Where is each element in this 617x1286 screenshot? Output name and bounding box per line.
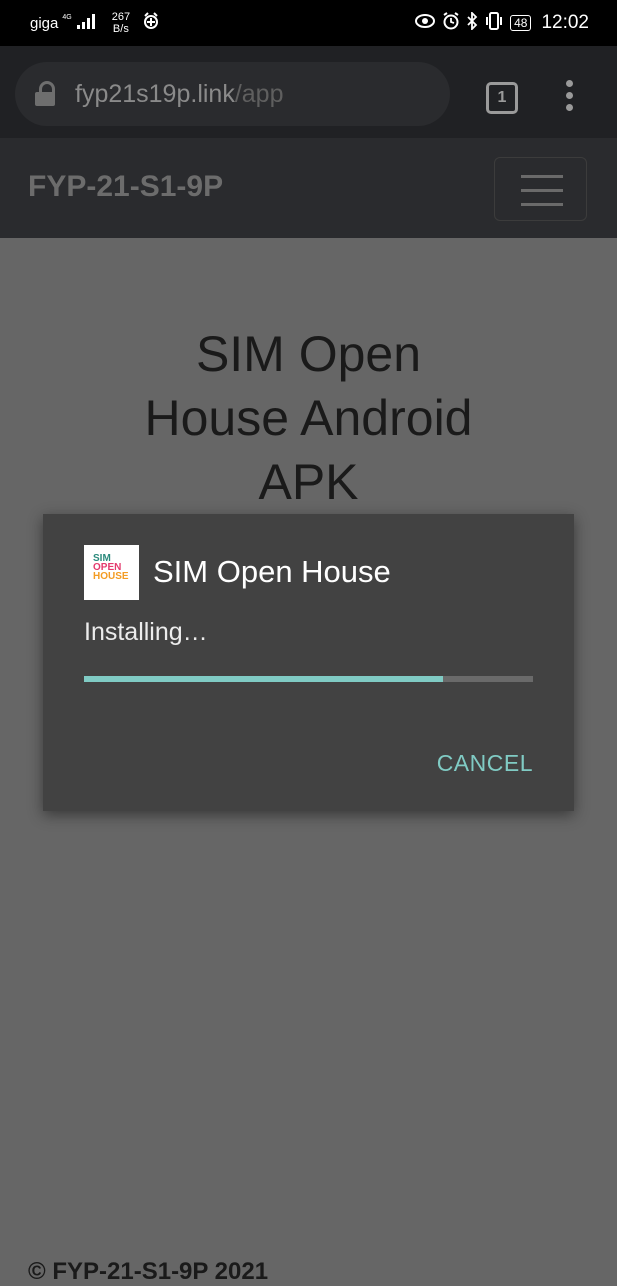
install-progress-bar	[84, 676, 533, 682]
page-footer: © FYP-21-S1-9P 2021	[28, 1258, 269, 1285]
more-options-icon[interactable]	[564, 80, 574, 114]
menu-toggle-button[interactable]	[494, 157, 587, 221]
page-title-line-1: SIM Open	[195, 326, 422, 382]
network-speed-unit: B/s	[112, 23, 129, 35]
url-text[interactable]: fyp21s19p.link/app	[75, 80, 284, 109]
eye-comfort-icon	[414, 13, 436, 34]
network-type-label: 4G	[62, 13, 72, 21]
cancel-button[interactable]: CANCEL	[437, 750, 533, 777]
clock: 12:02	[541, 12, 589, 33]
status-bar: giga 4G 267 B/s 48 12:02	[0, 0, 617, 46]
install-dialog: SIM OPEN HOUSE SIM Open House Installing…	[43, 514, 574, 811]
browser-toolbar: fyp21s19p.link/app 1	[0, 46, 617, 138]
alarm-icon	[442, 11, 460, 35]
page-title-line-3: APK	[258, 454, 359, 510]
lock-icon[interactable]	[35, 81, 57, 107]
app-logo-line-3: HOUSE	[93, 571, 129, 582]
tab-switcher-button[interactable]: 1	[486, 82, 518, 114]
site-navbar: FYP-21-S1-9P	[0, 138, 617, 238]
status-bar-left: giga 4G 267 B/s	[30, 0, 160, 46]
url-domain: fyp21s19p.link	[75, 79, 235, 108]
install-status: Installing…	[84, 618, 208, 646]
url-path: /app	[234, 79, 284, 108]
status-bar-right: 48 12:02	[414, 0, 589, 46]
bluetooth-icon	[466, 10, 478, 35]
network-speed: 267 B/s	[112, 11, 130, 35]
install-progress-fill	[84, 676, 444, 682]
signal-icon	[76, 13, 98, 34]
address-bar[interactable]: fyp21s19p.link/app	[15, 62, 450, 126]
app-notification-icon	[142, 11, 160, 35]
carrier-label: giga	[30, 14, 59, 32]
app-name: SIM Open House	[153, 554, 391, 589]
page-title: SIM Open House Android APK	[0, 322, 617, 514]
app-logo: SIM OPEN HOUSE	[84, 545, 139, 600]
site-brand-link[interactable]: FYP-21-S1-9P	[28, 170, 223, 204]
network-speed-value: 267	[111, 11, 131, 23]
page-title-line-2: House Android	[144, 390, 473, 446]
battery-indicator: 48	[510, 15, 532, 31]
vibrate-icon	[484, 11, 504, 35]
